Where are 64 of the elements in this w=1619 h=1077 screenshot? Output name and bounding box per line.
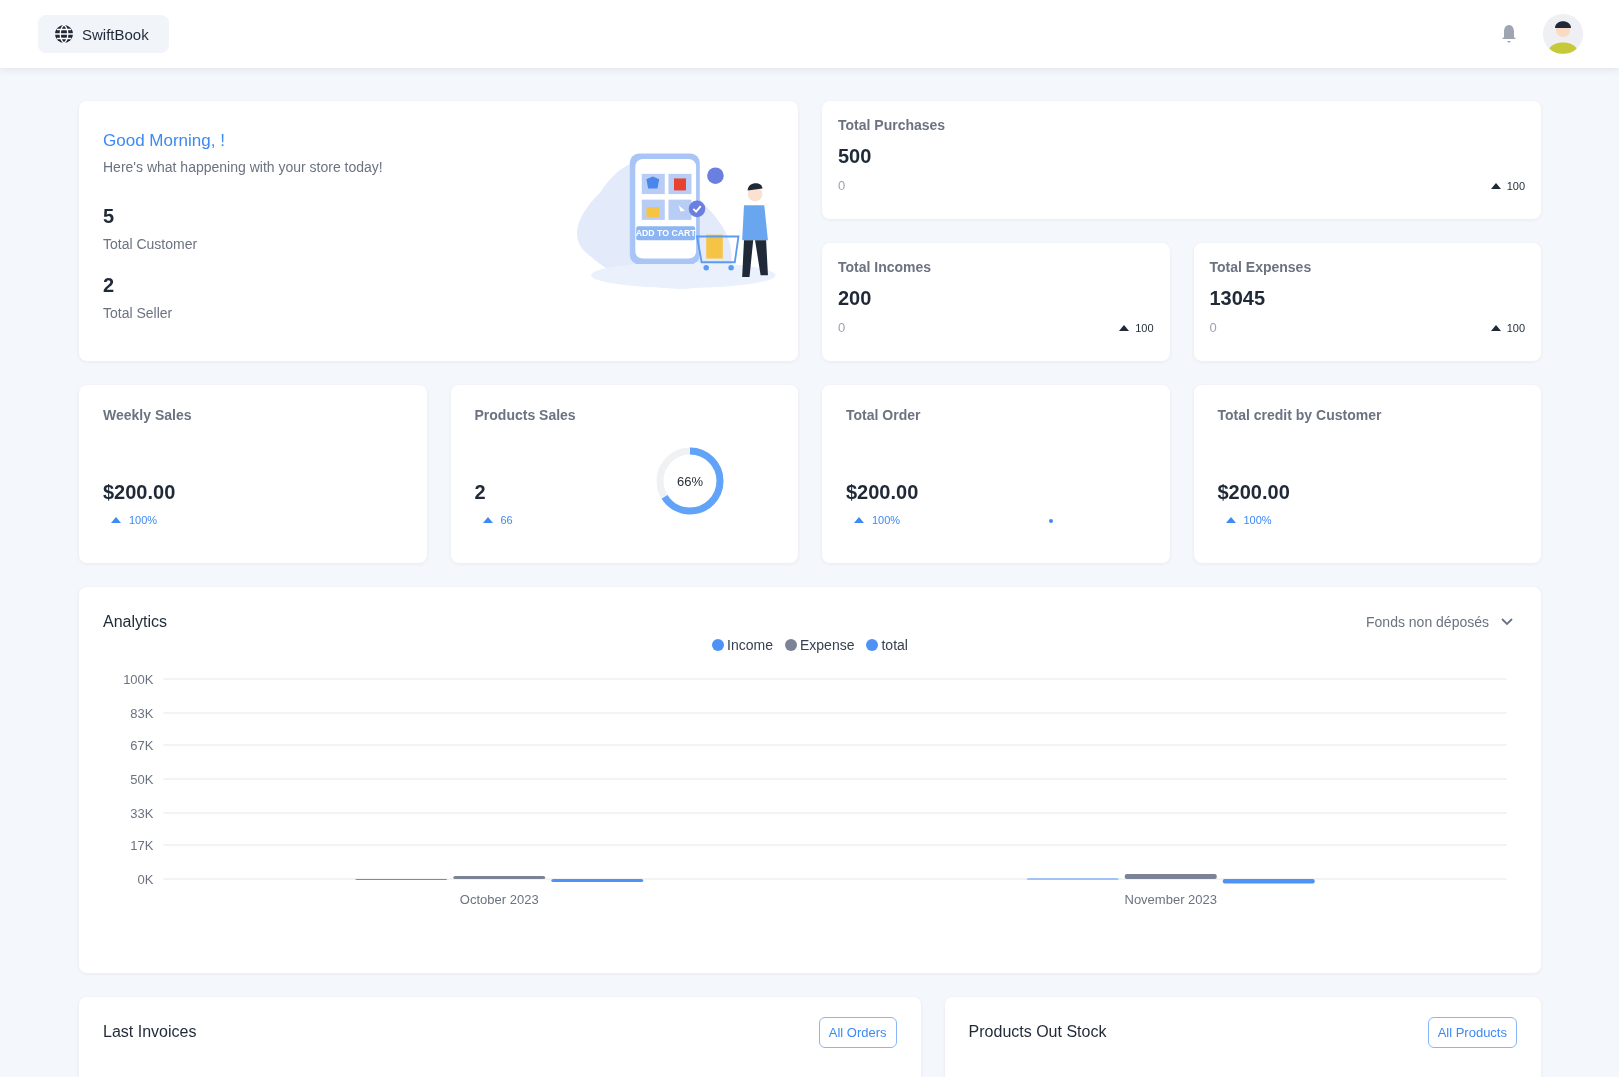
y-axis-label: 0K — [137, 872, 154, 887]
card-label: Total Incomes — [838, 259, 933, 275]
y-axis-label: 50K — [130, 772, 154, 787]
chevron-down-icon — [1501, 618, 1513, 626]
card-value: 500 — [838, 145, 873, 168]
trend-value: 100 — [1135, 321, 1154, 334]
legend-label[interactable]: Expense — [800, 637, 855, 653]
view-all-button[interactable]: All Orders — [818, 1017, 897, 1048]
globe-icon — [54, 24, 74, 44]
filter-dropdown[interactable]: Fonds non déposés — [1366, 614, 1517, 630]
card-subvalue: 0 — [1209, 320, 1217, 335]
stat-value: 5 — [103, 205, 116, 228]
trend-value: 100 — [1506, 179, 1525, 192]
legend-dot — [866, 639, 879, 651]
card-label: Total credit by Customer — [1217, 407, 1382, 423]
greeting-subtitle: Here's what happening with your store today! — [103, 159, 383, 175]
up-triangle-icon — [854, 517, 864, 523]
card-subvalue: 0 — [838, 320, 846, 335]
card-value: $200.00 — [103, 481, 177, 504]
y-axis-label: 83K — [130, 706, 154, 721]
donut-label: 66% — [676, 472, 704, 491]
card-subvalue: 0 — [838, 178, 846, 193]
legend-dot — [785, 639, 797, 651]
analytics-title: Analytics — [103, 613, 168, 631]
stat-label: Total Seller — [103, 305, 174, 321]
y-axis-label: 17K — [130, 838, 154, 853]
up-triangle-icon — [1119, 324, 1130, 331]
card-label: Total Order — [846, 407, 921, 423]
card-value: 200 — [838, 287, 873, 310]
brand-name: SwiftBook — [82, 25, 149, 43]
y-axis-label: 100K — [123, 672, 154, 687]
trend-value: 100% — [872, 514, 901, 526]
legend-label[interactable]: total — [881, 637, 908, 653]
view-all-button[interactable]: All Products — [1427, 1017, 1517, 1048]
stat-value: 2 — [103, 274, 116, 297]
card-label: Products Sales — [474, 407, 576, 423]
stat-label: Total Customer — [103, 236, 199, 252]
panel-title: Products Out Stock — [968, 1023, 1107, 1041]
up-triangle-icon — [482, 517, 493, 523]
up-triangle-icon — [111, 517, 121, 523]
trend-value: 100% — [1243, 514, 1272, 526]
card-value: $200.00 — [1217, 481, 1291, 504]
trend-value: 100% — [129, 514, 158, 526]
greeting-title: Good Morning, ! — [103, 131, 226, 151]
trend-value: 66 — [500, 514, 513, 526]
panel-title: Last Invoices — [103, 1023, 197, 1041]
y-axis-label: 33K — [130, 806, 154, 821]
card-value: 2 — [474, 481, 487, 504]
trend-value: 100 — [1506, 321, 1525, 334]
brand-logo[interactable]: SwiftBook — [38, 15, 169, 53]
card-label: Total Purchases — [838, 117, 947, 133]
x-axis-label: October 2023 — [459, 892, 539, 907]
legend-dot — [712, 639, 725, 651]
card-label: Weekly Sales — [103, 407, 192, 423]
up-triangle-icon — [1490, 324, 1501, 331]
x-axis-label: November 2023 — [1124, 892, 1217, 907]
legend-label[interactable]: Income — [727, 637, 773, 653]
up-triangle-icon — [1490, 182, 1501, 189]
card-value: $200.00 — [846, 481, 920, 504]
card-value: 13045 — [1209, 287, 1267, 310]
sparkline-dot — [1049, 519, 1053, 523]
y-axis-label: 67K — [130, 738, 154, 753]
card-label: Total Expenses — [1209, 259, 1313, 275]
up-triangle-icon — [1225, 517, 1236, 523]
